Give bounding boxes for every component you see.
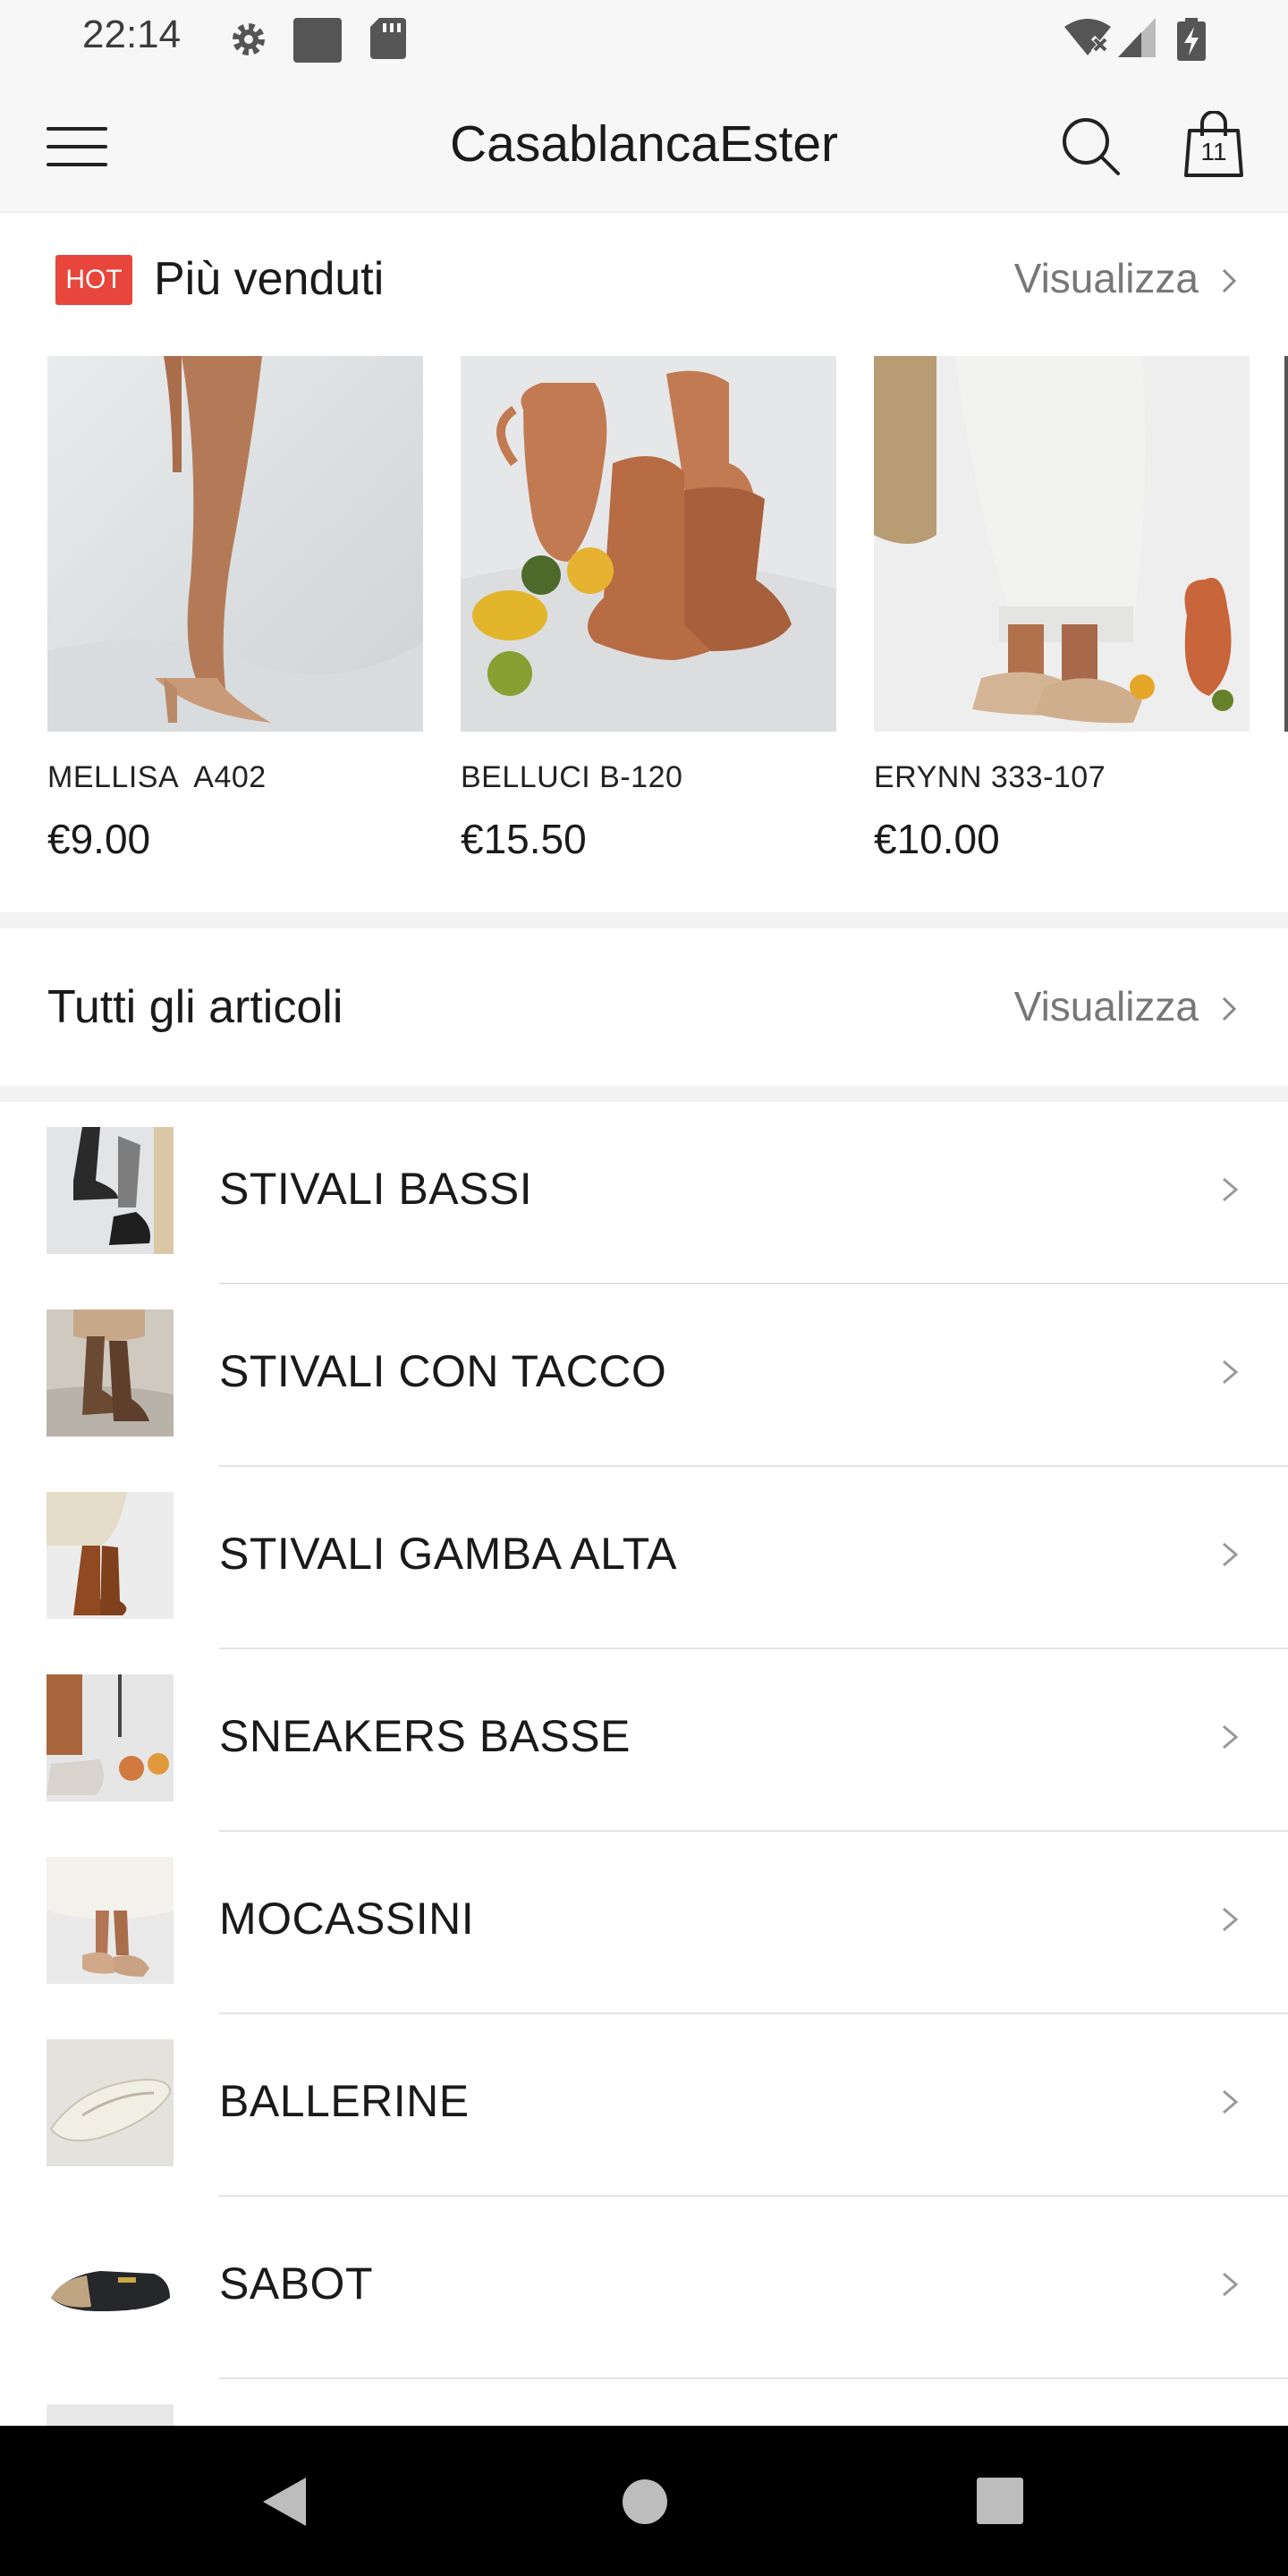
best-sellers-header: HOT Più venduti Visualizza: [0, 213, 1288, 347]
product-card[interactable]: ERYNN 333-107 €10.00: [874, 356, 1250, 863]
category-row-mocassini[interactable]: MOCASSINI: [0, 1832, 1288, 2014]
chevron-right-icon: [1223, 1907, 1239, 1932]
category-thumbnail: [47, 1492, 174, 1619]
best-sellers-carousel[interactable]: MELLISA A402 €9.00 BELLUCI B-120 €15.50: [0, 356, 1288, 893]
category-thumbnail: [47, 2039, 174, 2166]
product-name: BELLUCI B-120: [461, 760, 683, 794]
hot-badge: HOT: [55, 255, 132, 305]
category-label: STIVALI GAMBA ALTA: [219, 1529, 677, 1579]
status-time: 22:14: [82, 13, 182, 56]
category-row-stivali-bassi[interactable]: STIVALI BASSI: [0, 1102, 1288, 1284]
category-thumbnail: [47, 2404, 174, 2426]
chevron-right-icon: [1223, 1724, 1239, 1750]
section-divider: [0, 912, 1288, 928]
all-items-header: Tutti gli articoli Visualizza: [0, 941, 1288, 1075]
recent-apps-icon[interactable]: [977, 2478, 1023, 2524]
status-bar: 22:14: [0, 0, 1288, 80]
category-label: BALLERINE: [219, 2076, 470, 2126]
chevron-right-icon: [1222, 268, 1237, 293]
home-icon[interactable]: [623, 2479, 667, 2524]
product-price: €15.50: [461, 816, 587, 862]
best-sellers-view-all-link[interactable]: Visualizza: [1014, 254, 1199, 302]
image-notification-icon: [293, 18, 342, 63]
cell-signal-icon: [1118, 18, 1156, 57]
best-sellers-title: Più venduti: [154, 253, 385, 305]
category-label: SABOT: [219, 2258, 373, 2309]
chevron-right-icon: [1223, 1360, 1239, 1385]
product-card[interactable]: BELLUCI B-120 €15.50: [461, 356, 836, 863]
cart-count: 11: [1200, 138, 1227, 165]
chevron-right-icon: [1223, 1177, 1239, 1202]
product-card[interactable]: MELLISA A402 €9.00: [47, 356, 423, 863]
category-row-stivali-gamba-alta[interactable]: STIVALI GAMBA ALTA: [0, 1467, 1288, 1649]
product-image-legs-heels: [47, 356, 423, 732]
category-label: MOCASSINI: [219, 1894, 475, 1944]
back-icon[interactable]: [261, 2476, 308, 2528]
category-label: STIVALI CON TACCO: [219, 1346, 667, 1396]
product-image-espadrilles: [874, 356, 1250, 732]
chevron-right-icon: [1222, 996, 1237, 1021]
product-name: MELLISA A402: [47, 760, 267, 794]
category-row-stivali-con-tacco[interactable]: STIVALI CON TACCO: [0, 1284, 1288, 1467]
category-row-sneakers-basse[interactable]: SNEAKERS BASSE: [0, 1649, 1288, 1832]
product-price: €10.00: [874, 816, 1000, 862]
shopping-bag-button[interactable]: 11: [1184, 111, 1243, 177]
chevron-right-icon: [1223, 2272, 1239, 2297]
category-row-ballerine[interactable]: BALLERINE: [0, 2014, 1288, 2197]
category-thumbnail: [47, 1857, 174, 1984]
product-price: €9.00: [47, 816, 151, 862]
chevron-right-icon: [1223, 2089, 1239, 2114]
category-row-sabot[interactable]: SABOT: [0, 2197, 1288, 2379]
all-items-view-all-link[interactable]: Visualizza: [1014, 982, 1199, 1030]
category-label: SNEAKERS BASSE: [219, 1711, 631, 1761]
sd-card-icon: [370, 18, 406, 59]
battery-charging-icon: [1177, 18, 1206, 61]
category-thumbnail: [47, 1127, 174, 1254]
all-items-title: Tutti gli articoli: [47, 981, 343, 1033]
settings-icon: [233, 23, 265, 55]
category-thumbnail: [47, 1309, 174, 1436]
product-image-ankle-boots: [461, 356, 836, 732]
product-name: ERYNN 333-107: [874, 760, 1106, 794]
chevron-right-icon: [1223, 1542, 1239, 1567]
wifi-off-icon: [1064, 19, 1111, 55]
next-product-peek: [1284, 356, 1288, 732]
category-thumbnail: [47, 1674, 174, 1801]
category-thumbnail: [47, 2222, 174, 2349]
section-divider: [0, 1086, 1288, 1102]
top-app-bar: CasablancaEster 11: [0, 80, 1288, 213]
search-icon[interactable]: [1059, 114, 1122, 177]
category-row-partial[interactable]: [0, 2379, 1288, 2426]
system-navigation-bar: [0, 2426, 1288, 2576]
category-label: STIVALI BASSI: [219, 1164, 533, 1214]
